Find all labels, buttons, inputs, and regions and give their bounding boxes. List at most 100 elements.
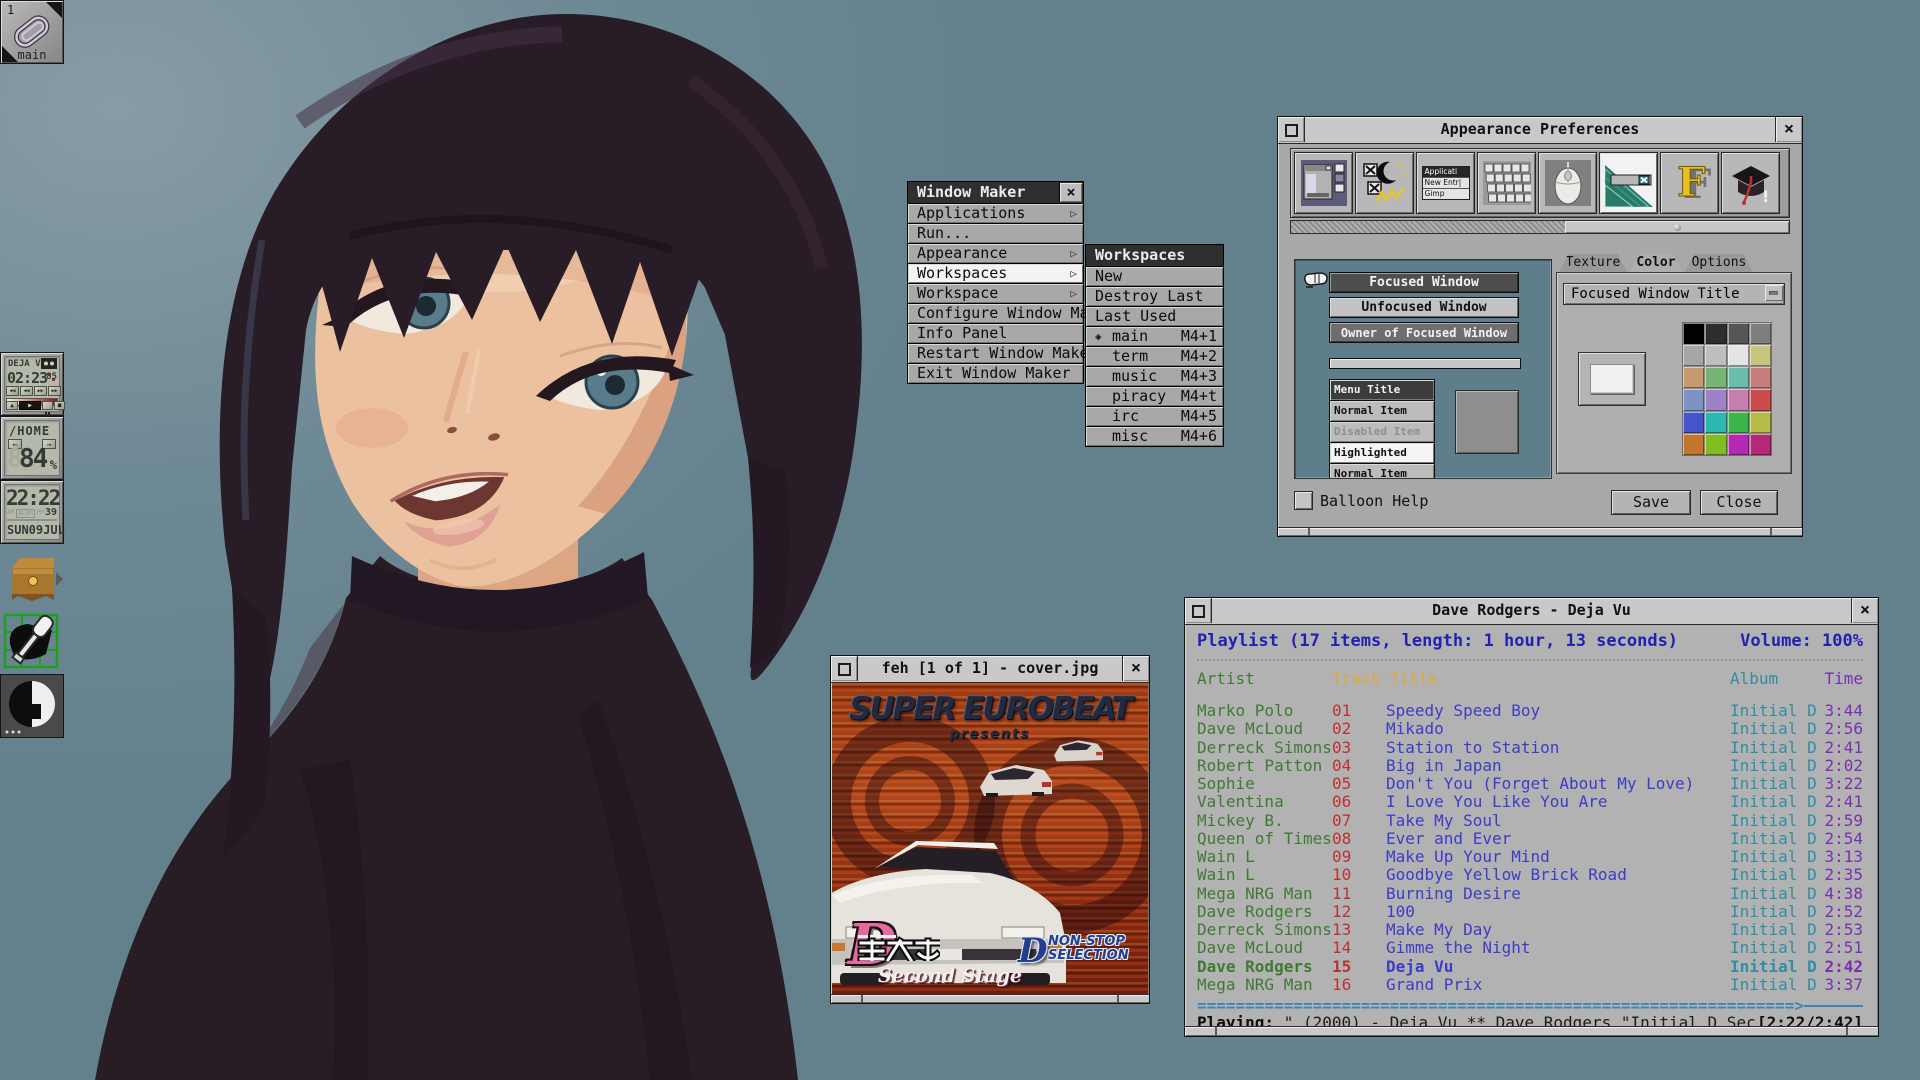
playlist-row-03[interactable]: Derreck Simons03Station to StationInitia…: [1197, 739, 1863, 757]
workspaces-menu-item-last-used[interactable]: Last Used: [1085, 307, 1224, 327]
mouse-icon[interactable]: [1538, 152, 1597, 214]
playlist-row-11[interactable]: Mega NRG Man11Burning DesireInitial D4:3…: [1197, 885, 1863, 903]
palette-swatch-8[interactable]: [1683, 367, 1704, 388]
save-button[interactable]: Save: [1611, 490, 1691, 515]
workspaces-menu-item-new[interactable]: New: [1085, 267, 1224, 287]
menu-editor-icon[interactable]: ApplicatiNew Entr|Gimp: [1416, 152, 1475, 214]
palette-swatch-0[interactable]: [1683, 323, 1704, 344]
feh-miniaturize-button[interactable]: [831, 656, 858, 681]
preview-menu-title[interactable]: Menu Title: [1329, 379, 1435, 401]
dockapp-disk-monitor[interactable]: /HOME ← → 8 84 %: [0, 416, 64, 480]
balloon-help-checkbox[interactable]: [1294, 491, 1313, 510]
palette-swatch-12[interactable]: [1683, 389, 1704, 410]
wprefs-resizebar[interactable]: [1278, 527, 1802, 536]
dockapp-tools[interactable]: [0, 610, 64, 674]
palette-swatch-3[interactable]: [1750, 323, 1771, 344]
tab-options[interactable]: Options: [1685, 254, 1753, 272]
wprefs-titlebar[interactable]: Appearance Preferences ×: [1278, 117, 1802, 144]
palette-swatch-19[interactable]: [1750, 412, 1771, 433]
wprefs-icon-scrollbar[interactable]: [1290, 220, 1790, 234]
stop-button[interactable]: ■: [54, 401, 65, 410]
workspace-clip[interactable]: 1 main: [0, 0, 64, 64]
menu-item-restart-window-maker[interactable]: Restart Window Maker: [907, 344, 1084, 364]
dockapp-music-player[interactable]: DEJA VU 02:23 85 ◀◀ ◀◀ ▶▶ ▶▶ ▲ ▶ ■: [0, 352, 64, 416]
appearance-icon[interactable]: [1599, 152, 1658, 214]
menu-item-run[interactable]: Run...: [907, 224, 1084, 244]
feh-titlebar[interactable]: feh [1 of 1] - cover.jpg ×: [831, 656, 1149, 683]
next-button[interactable]: ▶▶: [48, 386, 61, 396]
play-button[interactable]: ▶: [19, 401, 41, 410]
player-titlebar[interactable]: Dave Rodgers - Deja Vu ×: [1185, 598, 1878, 625]
playlist-row-05[interactable]: Sophie05Don't You (Forget About My Love)…: [1197, 775, 1863, 793]
palette-swatch-11[interactable]: [1750, 367, 1771, 388]
palette-swatch-21[interactable]: [1705, 434, 1726, 455]
keyboard-icon[interactable]: [1477, 152, 1536, 214]
menu-item-workspace[interactable]: Workspace▷: [907, 284, 1084, 304]
menu-item-applications[interactable]: Applications▷: [907, 204, 1084, 224]
playlist-row-10[interactable]: Wain L10Goodbye Yellow Brick RoadInitial…: [1197, 866, 1863, 884]
preview-icon-sample[interactable]: [1455, 390, 1519, 454]
player-resizebar[interactable]: [1185, 1026, 1878, 1036]
column-album[interactable]: Album: [1730, 669, 1816, 688]
menu-item-appearance[interactable]: Appearance▷: [907, 244, 1084, 264]
expert-settings-icon[interactable]: [1355, 152, 1414, 214]
palette-swatch-17[interactable]: [1705, 412, 1726, 433]
palette-swatch-15[interactable]: [1750, 389, 1771, 410]
preview-owner-titlebar[interactable]: Owner of Focused Window: [1329, 322, 1519, 343]
playlist-row-04[interactable]: Robert Patton04Big in JapanInitial D2:02: [1197, 757, 1863, 775]
wprefs-miniaturize-button[interactable]: [1278, 117, 1305, 142]
color-target-dropdown[interactable]: Focused Window Title: [1563, 283, 1785, 305]
workspaces-menu-item-destroy-last[interactable]: Destroy Last: [1085, 287, 1224, 307]
preview-focused-titlebar[interactable]: Focused Window: [1329, 272, 1519, 293]
playlist-row-01[interactable]: Marko Polo01Speedy Speed BoyInitial D3:4…: [1197, 702, 1863, 720]
playlist-row-07[interactable]: Mickey B.07Take My SoulInitial D2:59: [1197, 812, 1863, 830]
palette-swatch-6[interactable]: [1728, 345, 1749, 366]
palette-swatch-4[interactable]: [1683, 345, 1704, 366]
playlist-row-06[interactable]: Valentina06I Love You Like You AreInitia…: [1197, 793, 1863, 811]
fast-forward-button[interactable]: ▶▶: [34, 386, 47, 396]
column-artist[interactable]: Artist: [1197, 669, 1332, 688]
current-color-well[interactable]: [1578, 352, 1646, 406]
font-icon[interactable]: FF: [1660, 152, 1719, 214]
rewind-button[interactable]: ◀◀: [20, 386, 33, 396]
palette-swatch-5[interactable]: [1705, 345, 1726, 366]
palette-swatch-7[interactable]: [1750, 345, 1771, 366]
preview-menu-item[interactable]: Normal Item: [1329, 464, 1435, 479]
palette-swatch-18[interactable]: [1728, 412, 1749, 433]
palette-swatch-2[interactable]: [1728, 323, 1749, 344]
preview-menu-item[interactable]: Normal Item: [1329, 401, 1435, 422]
player-miniaturize-button[interactable]: [1185, 598, 1212, 623]
scrollbar-thumb[interactable]: [1565, 221, 1789, 233]
workspaces-menu-item-misc[interactable]: miscM4+6: [1085, 427, 1224, 447]
eject-button[interactable]: ▲: [6, 401, 18, 410]
playlist-row-16[interactable]: Mega NRG Man16Grand PrixInitial D3:37: [1197, 976, 1863, 994]
prev-button[interactable]: ◀◀: [6, 386, 19, 396]
menu-item-info-panel[interactable]: Info Panel: [907, 324, 1084, 344]
window-focus-icon[interactable]: [1294, 152, 1353, 214]
playlist-row-15[interactable]: Dave Rodgers15Deja VuInitial D2:42: [1197, 958, 1863, 976]
menu-item-configure-window-maker[interactable]: Configure Window Maker: [907, 304, 1084, 324]
workspaces-menu-item-term[interactable]: termM4+2: [1085, 347, 1224, 367]
playlist-row-14[interactable]: Dave McLoud14Gimme the NightInitial D2:5…: [1197, 939, 1863, 957]
palette-swatch-14[interactable]: [1728, 389, 1749, 410]
misc-ergonomy-icon[interactable]: !: [1721, 152, 1780, 214]
palette-swatch-22[interactable]: [1728, 434, 1749, 455]
wprefs-close-button[interactable]: ×: [1775, 117, 1802, 142]
playlist-row-09[interactable]: Wain L09Make Up Your MindInitial D3:13: [1197, 848, 1863, 866]
feh-close-button[interactable]: ×: [1122, 656, 1149, 681]
dockapp-clock[interactable]: 22:22 39 AM ALRM PM SUN09JUL: [0, 480, 64, 544]
dropdown-button-icon[interactable]: [1765, 285, 1783, 301]
palette-swatch-10[interactable]: [1728, 367, 1749, 388]
palette-swatch-20[interactable]: [1683, 434, 1704, 455]
feh-resizebar[interactable]: [831, 994, 1149, 1003]
palette-swatch-1[interactable]: [1705, 323, 1726, 344]
column-track-title[interactable]: Track Title: [1332, 669, 1730, 688]
close-button[interactable]: Close: [1700, 490, 1778, 515]
root-menu-title[interactable]: Window Maker ×: [907, 181, 1084, 204]
pause-button[interactable]: [42, 401, 53, 410]
workspaces-menu-item-irc[interactable]: ircM4+5: [1085, 407, 1224, 427]
playlist-row-08[interactable]: Queen of Times08Ever and EverInitial D2:…: [1197, 830, 1863, 848]
workspaces-menu-item-main[interactable]: ◈mainM4+1: [1085, 327, 1224, 347]
palette-swatch-13[interactable]: [1705, 389, 1726, 410]
preview-menu-item-highlighted[interactable]: Highlighted: [1329, 443, 1435, 464]
